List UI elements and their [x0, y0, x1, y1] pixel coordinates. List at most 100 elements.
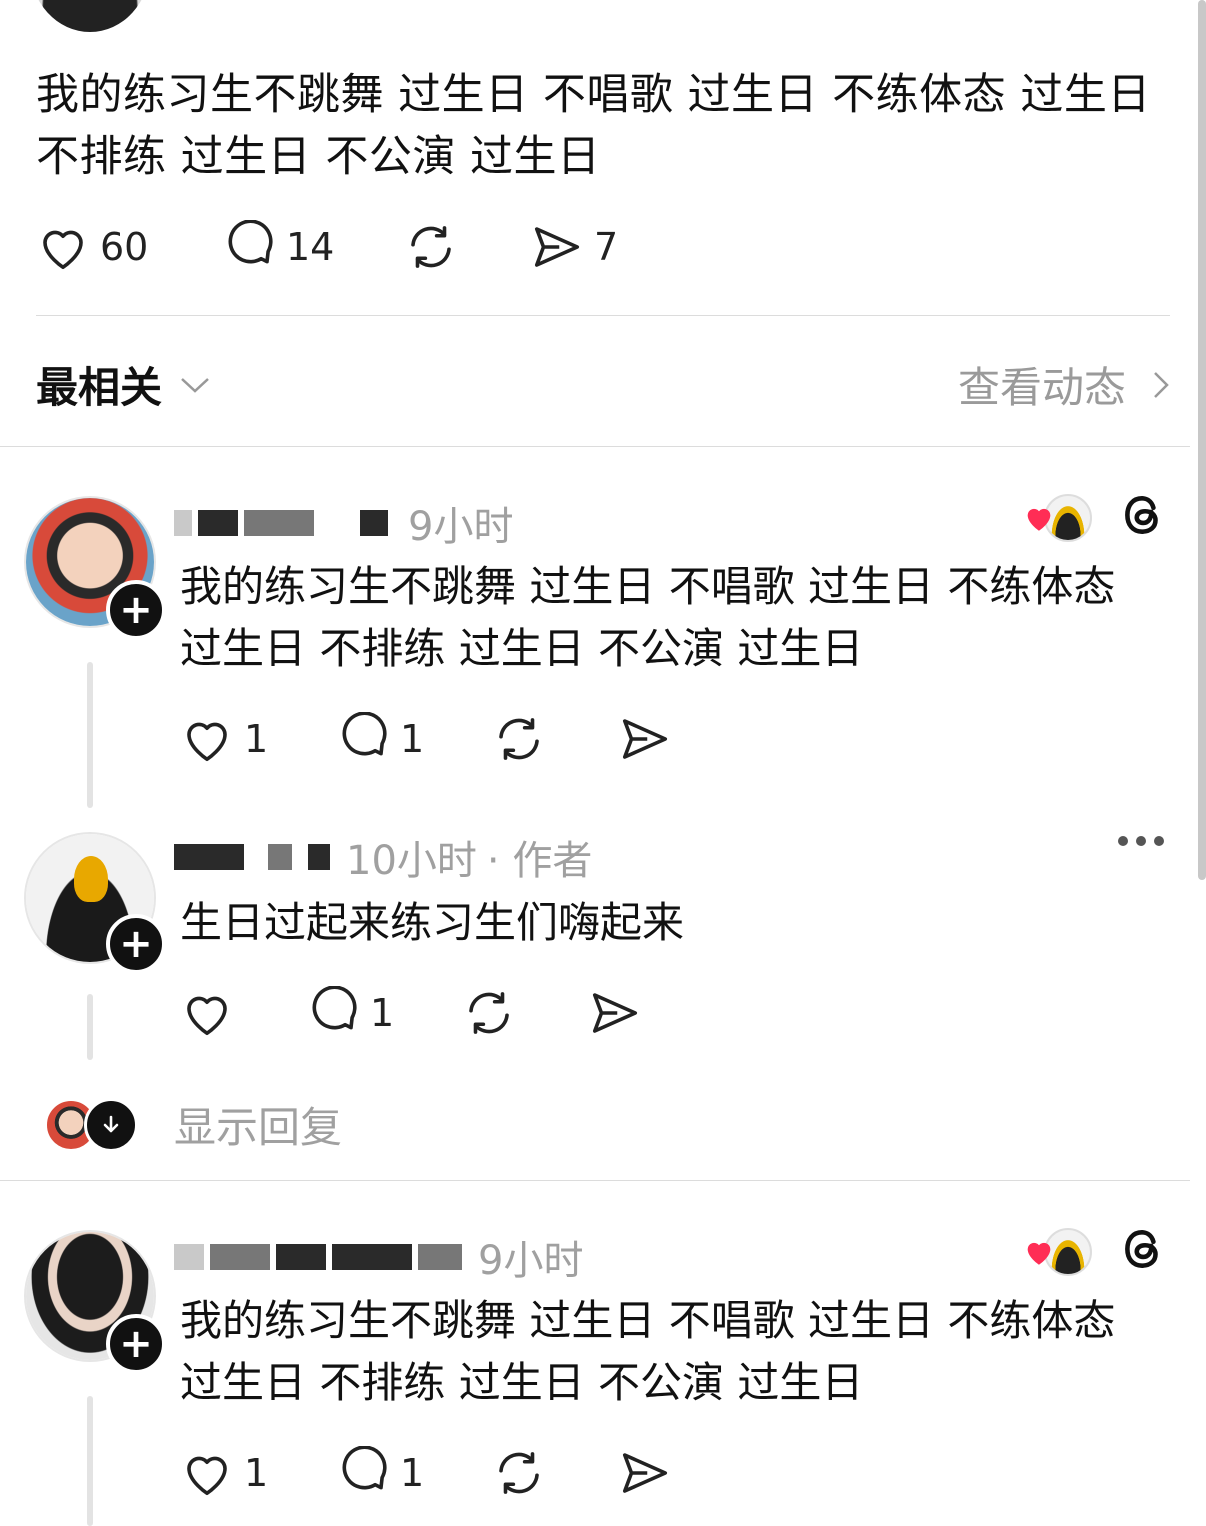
- redacted-username: [210, 1244, 270, 1270]
- reply-count: 1: [400, 1451, 425, 1495]
- repost-button[interactable]: [492, 1446, 546, 1500]
- like-count: 1: [244, 1451, 269, 1495]
- repost-button[interactable]: [492, 712, 546, 766]
- share-count: 7: [594, 225, 619, 269]
- repost-icon: [469, 992, 509, 1034]
- heart-icon: [43, 230, 83, 270]
- comment-time: 9小时: [408, 504, 514, 550]
- heart-icon: [1027, 1242, 1051, 1265]
- like-button[interactable]: 60: [36, 220, 148, 274]
- view-activity-link[interactable]: 查看动态: [958, 354, 1170, 415]
- post-text-line-2: 不排练 过生日 不公演 过生日: [36, 132, 601, 182]
- chevron-right-icon: [1154, 371, 1169, 398]
- thread-line: [87, 994, 93, 1060]
- comment-time: 10小时: [346, 838, 477, 884]
- comment-text: 生日过起来练习生们嗨起来: [180, 898, 685, 947]
- plus-icon: +: [119, 1321, 153, 1367]
- comment-icon: [342, 712, 387, 756]
- post-body: 我的练习生不跳舞 过生日 不唱歌 过生日 不练体态 过生日 不排练 过生日 不公…: [36, 64, 1176, 188]
- follow-plus-button[interactable]: +: [106, 1314, 166, 1374]
- like-count: 60: [100, 225, 149, 269]
- redacted-username: [174, 844, 244, 870]
- follow-plus-button[interactable]: +: [106, 580, 166, 640]
- like-button[interactable]: 1: [180, 1446, 268, 1500]
- send-icon: [622, 719, 668, 759]
- comment-count: 14: [286, 225, 335, 269]
- view-activity-label: 查看动态: [957, 363, 1126, 412]
- thread-line: [87, 662, 93, 808]
- show-replies-row[interactable]: 显示回复: [44, 1094, 342, 1155]
- redacted-username: [418, 1244, 462, 1270]
- comment-body: 生日过起来练习生们嗨起来: [180, 892, 684, 954]
- comment-button[interactable]: 14: [222, 220, 334, 274]
- redacted-username: [174, 1244, 204, 1270]
- redacted-username: [244, 510, 314, 536]
- author-avatar[interactable]: [30, 0, 150, 32]
- share-button[interactable]: [618, 712, 672, 766]
- more-button[interactable]: [1118, 836, 1164, 846]
- comment-text-line-2: 过生日 不排练 过生日 不公演 过生日: [180, 1358, 864, 1407]
- divider: [36, 315, 1170, 316]
- heart-icon: [187, 722, 227, 762]
- heart-icon: [187, 996, 227, 1036]
- threads-icon[interactable]: [1118, 1224, 1168, 1274]
- arrow-down-icon: [103, 1115, 119, 1132]
- avatar-figure: [74, 856, 108, 902]
- expand-replies-button[interactable]: [84, 1097, 138, 1152]
- redacted-username: [332, 1244, 412, 1270]
- heart-icon: [1027, 508, 1051, 531]
- sort-dropdown[interactable]: 最相关: [36, 354, 210, 415]
- send-icon: [622, 1453, 668, 1493]
- author-liked-indicator: [1022, 1228, 1092, 1276]
- comment-body: 我的练习生不跳舞 过生日 不唱歌 过生日 不练体态 过生日 不排练 过生日 不公…: [180, 1290, 1115, 1414]
- redacted-username: [308, 844, 330, 870]
- redacted-username: [174, 510, 192, 536]
- thread-line: [87, 1396, 93, 1526]
- comment-text-line-1: 我的练习生不跳舞 过生日 不唱歌 过生日 不练体态: [180, 562, 1116, 611]
- section-divider: [0, 446, 1190, 447]
- redacted-username: [360, 510, 388, 536]
- comment-header: 9小时: [174, 494, 513, 552]
- plus-icon: +: [119, 921, 153, 967]
- sort-label: 最相关: [36, 363, 163, 412]
- comment-text-line-2: 过生日 不排练 过生日 不公演 过生日: [180, 624, 864, 673]
- send-icon: [592, 993, 638, 1033]
- comment-header: 10小时 · 作者: [174, 828, 592, 886]
- comment-time: 9小时: [478, 1238, 584, 1284]
- redacted-username: [198, 510, 238, 536]
- comment-icon: [228, 220, 273, 264]
- reply-button[interactable]: 1: [336, 1446, 424, 1500]
- threads-icon[interactable]: [1118, 490, 1168, 540]
- more-icon: [1118, 836, 1164, 846]
- repost-icon: [411, 226, 451, 268]
- comment-icon: [312, 986, 357, 1030]
- post-text-line-1: 我的练习生不跳舞 过生日 不唱歌 过生日 不练体态 过生日: [36, 70, 1151, 120]
- reply-count: 1: [400, 717, 425, 761]
- share-button[interactable]: [588, 986, 642, 1040]
- redacted-username: [268, 844, 292, 870]
- repost-icon: [499, 1452, 539, 1494]
- comment-body: 我的练习生不跳舞 过生日 不唱歌 过生日 不练体态 过生日 不排练 过生日 不公…: [180, 556, 1115, 680]
- send-icon: [534, 227, 580, 267]
- section-divider: [0, 1180, 1190, 1181]
- follow-plus-button[interactable]: +: [106, 914, 166, 974]
- repost-button[interactable]: [404, 220, 458, 274]
- author-liked-indicator: [1022, 494, 1092, 542]
- heart-icon: [187, 1456, 227, 1496]
- redacted-username: [276, 1244, 326, 1270]
- reply-count: 1: [370, 991, 395, 1035]
- repost-icon: [499, 718, 539, 760]
- comment-icon: [342, 1446, 387, 1490]
- show-replies-label: 显示回复: [174, 1103, 343, 1152]
- reply-button[interactable]: 1: [336, 712, 424, 766]
- share-button[interactable]: [618, 1446, 672, 1500]
- repost-button[interactable]: [462, 986, 516, 1040]
- chevron-down-icon: [181, 377, 209, 393]
- reply-button[interactable]: 1: [306, 986, 394, 1040]
- scrollbar[interactable]: [1198, 0, 1206, 880]
- like-button[interactable]: 1: [180, 712, 268, 766]
- author-badge: · 作者: [486, 838, 593, 884]
- like-count: 1: [244, 717, 269, 761]
- like-button[interactable]: [180, 986, 234, 1040]
- share-button[interactable]: 7: [530, 220, 618, 274]
